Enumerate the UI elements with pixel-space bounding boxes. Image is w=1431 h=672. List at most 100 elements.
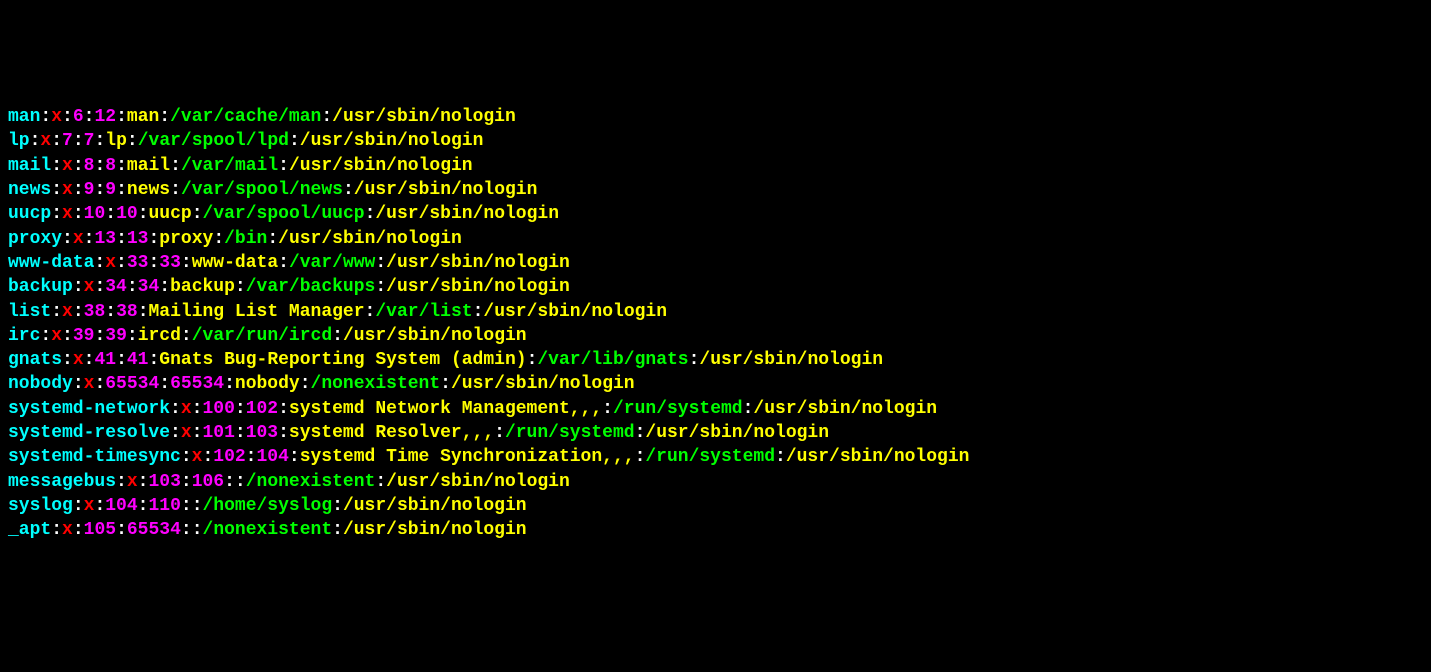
terminal: { "terminal": { "entries": [ { "user":"m… — [0, 0, 1431, 672]
uid-field: 38 — [84, 302, 106, 322]
shell-field: /usr/sbin/nologin — [300, 131, 484, 151]
gecos-field: Gnats Bug-Reporting System (admin) — [159, 350, 526, 370]
gid-field: 7 — [84, 131, 95, 151]
passwd-row: systemd-timesync:x:102:104:systemd Time … — [8, 445, 1423, 469]
shell-field: /usr/sbin/nologin — [645, 423, 829, 443]
passwd-row: mail:x:8:8:mail:/var/mail:/usr/sbin/nolo… — [8, 154, 1423, 178]
home-field: /nonexistent — [311, 374, 441, 394]
uid-field: 65534 — [105, 374, 159, 394]
shell-field: /usr/sbin/nologin — [343, 326, 527, 346]
shell-field: /usr/sbin/nologin — [386, 472, 570, 492]
uid-field: 33 — [127, 253, 149, 273]
home-field: /var/lib/gnats — [537, 350, 688, 370]
shell-field: /usr/sbin/nologin — [354, 180, 538, 200]
passwd-row: uucp:x:10:10:uucp:/var/spool/uucp:/usr/s… — [8, 202, 1423, 226]
password-field: x — [181, 399, 192, 419]
gid-field: 102 — [246, 399, 278, 419]
gecos-field: nobody — [235, 374, 300, 394]
uid-field: 41 — [94, 350, 116, 370]
gid-field: 34 — [138, 277, 160, 297]
gid-field: 39 — [105, 326, 127, 346]
user-field: messagebus — [8, 472, 116, 492]
home-field: /home/syslog — [203, 496, 333, 516]
gid-field: 106 — [192, 472, 224, 492]
uid-field: 34 — [105, 277, 127, 297]
user-field: list — [8, 302, 51, 322]
passwd-row: backup:x:34:34:backup:/var/backups:/usr/… — [8, 275, 1423, 299]
home-field: /bin — [224, 229, 267, 249]
user-field: systemd-network — [8, 399, 170, 419]
home-field: /run/systemd — [645, 447, 775, 467]
uid-field: 104 — [105, 496, 137, 516]
user-field: gnats — [8, 350, 62, 370]
gid-field: 8 — [105, 156, 116, 176]
home-field: /run/systemd — [505, 423, 635, 443]
shell-field: /usr/sbin/nologin — [753, 399, 937, 419]
gecos-field: Mailing List Manager — [149, 302, 365, 322]
home-field: /run/systemd — [613, 399, 743, 419]
gecos-field: lp — [105, 131, 127, 151]
passwd-row: systemd-resolve:x:101:103:systemd Resolv… — [8, 421, 1423, 445]
shell-field: /usr/sbin/nologin — [278, 229, 462, 249]
passwd-row: systemd-network:x:100:102:systemd Networ… — [8, 397, 1423, 421]
passwd-row: list:x:38:38:Mailing List Manager:/var/l… — [8, 300, 1423, 324]
home-field: /var/spool/news — [181, 180, 343, 200]
gid-field: 38 — [116, 302, 138, 322]
password-field: x — [127, 472, 138, 492]
uid-field: 102 — [213, 447, 245, 467]
shell-field: /usr/sbin/nologin — [699, 350, 883, 370]
passwd-row: messagebus:x:103:106::/nonexistent:/usr/… — [8, 470, 1423, 494]
shell-field: /usr/sbin/nologin — [786, 447, 970, 467]
gecos-field: www-data — [192, 253, 278, 273]
uid-field: 103 — [148, 472, 180, 492]
terminal-output[interactable]: man:x:6:12:man:/var/cache/man:/usr/sbin/… — [8, 105, 1423, 542]
gecos-field: proxy — [159, 229, 213, 249]
shell-field: /usr/sbin/nologin — [343, 520, 527, 540]
gecos-field: uucp — [149, 204, 192, 224]
home-field: /var/spool/lpd — [138, 131, 289, 151]
passwd-row: proxy:x:13:13:proxy:/bin:/usr/sbin/nolog… — [8, 227, 1423, 251]
password-field: x — [73, 350, 84, 370]
home-field: /var/spool/uucp — [203, 204, 365, 224]
gid-field: 65534 — [170, 374, 224, 394]
home-field: /nonexistent — [203, 520, 333, 540]
password-field: x — [105, 253, 116, 273]
user-field: mail — [8, 156, 51, 176]
passwd-row: gnats:x:41:41:Gnats Bug-Reporting System… — [8, 348, 1423, 372]
gid-field: 9 — [105, 180, 116, 200]
uid-field: 10 — [84, 204, 106, 224]
user-field: syslog — [8, 496, 73, 516]
passwd-row: news:x:9:9:news:/var/spool/news:/usr/sbi… — [8, 178, 1423, 202]
uid-field: 101 — [202, 423, 234, 443]
home-field: /var/mail — [181, 156, 278, 176]
uid-field: 9 — [84, 180, 95, 200]
gid-field: 12 — [94, 107, 116, 127]
user-field: systemd-resolve — [8, 423, 170, 443]
gecos-field: mail — [127, 156, 170, 176]
passwd-row: www-data:x:33:33:www-data:/var/www:/usr/… — [8, 251, 1423, 275]
shell-field: /usr/sbin/nologin — [386, 253, 570, 273]
password-field: x — [51, 107, 62, 127]
password-field: x — [84, 374, 95, 394]
shell-field: /usr/sbin/nologin — [386, 277, 570, 297]
password-field: x — [51, 326, 62, 346]
gid-field: 41 — [127, 350, 149, 370]
gecos-field: systemd Time Synchronization,,, — [300, 447, 635, 467]
gid-field: 13 — [127, 229, 149, 249]
user-field: uucp — [8, 204, 51, 224]
user-field: nobody — [8, 374, 73, 394]
password-field: x — [84, 496, 95, 516]
shell-field: /usr/sbin/nologin — [332, 107, 516, 127]
gecos-field: ircd — [138, 326, 181, 346]
user-field: _apt — [8, 520, 51, 540]
uid-field: 13 — [94, 229, 116, 249]
password-field: x — [40, 131, 51, 151]
password-field: x — [84, 277, 95, 297]
shell-field: /usr/sbin/nologin — [375, 204, 559, 224]
password-field: x — [62, 204, 73, 224]
user-field: lp — [8, 131, 30, 151]
uid-field: 100 — [202, 399, 234, 419]
gecos-field: news — [127, 180, 170, 200]
gecos-field: systemd Network Management,,, — [289, 399, 602, 419]
password-field: x — [62, 156, 73, 176]
